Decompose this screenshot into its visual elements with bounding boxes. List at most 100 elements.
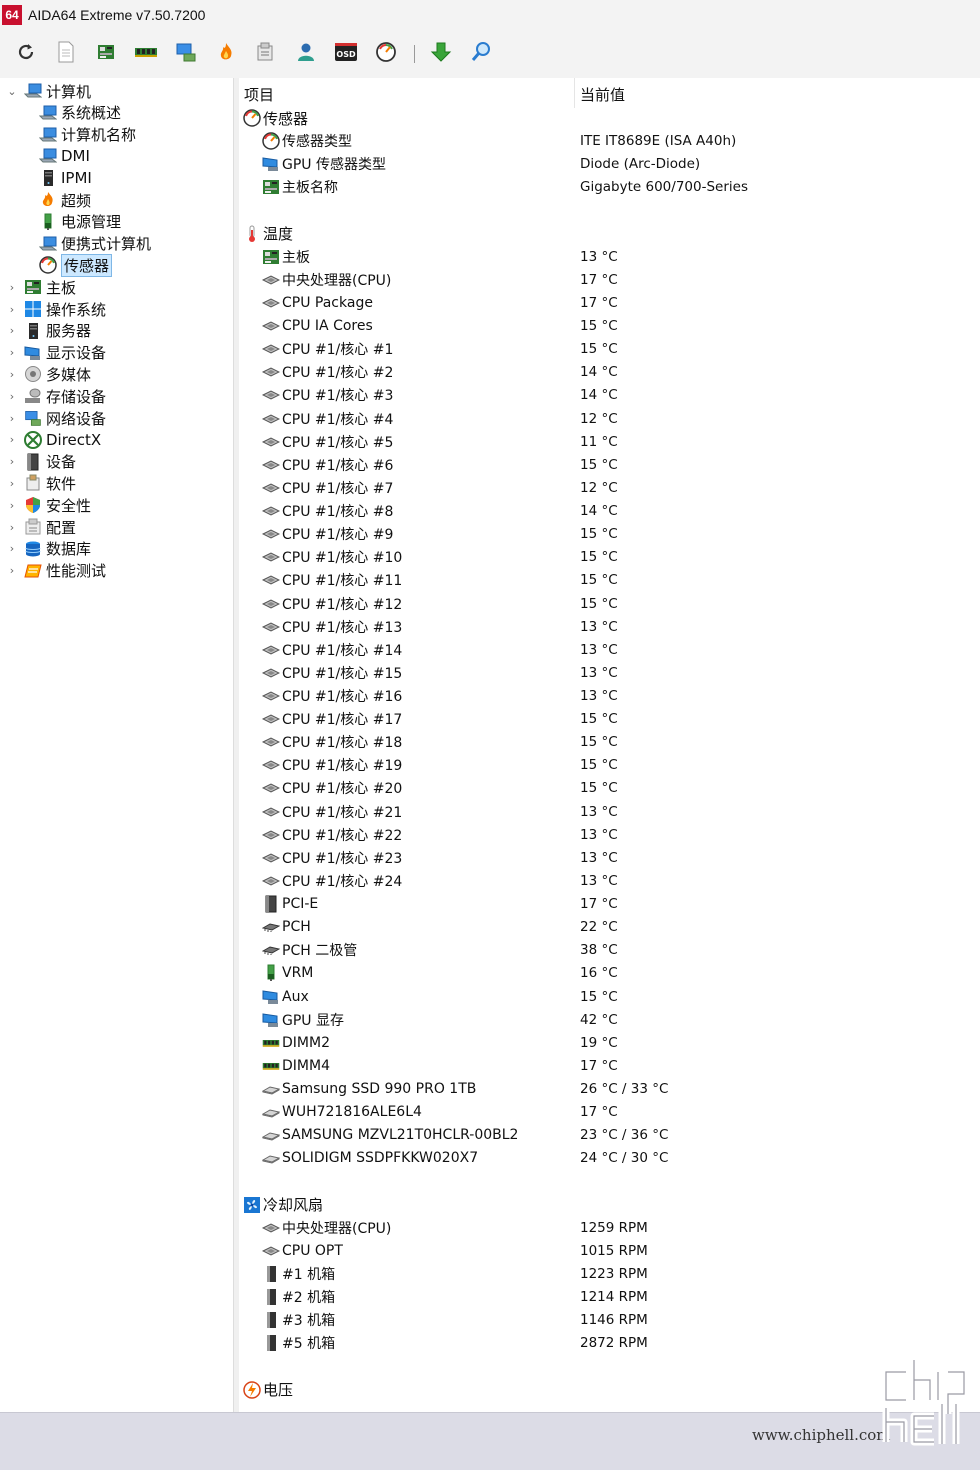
network-button[interactable] bbox=[172, 40, 200, 68]
table-row[interactable]: #3 机箱 1146 RPM bbox=[239, 1309, 980, 1331]
table-row[interactable]: VRM 16 °C bbox=[239, 962, 980, 984]
table-row[interactable]: Samsung SSD 990 PRO 1TB 26 °C / 33 °C bbox=[239, 1078, 980, 1100]
tree-item[interactable]: › 设备 bbox=[6, 451, 76, 473]
report-button[interactable] bbox=[52, 40, 80, 68]
table-row[interactable]: 中央处理器(CPU) 17 °C bbox=[239, 269, 980, 291]
table-row[interactable]: CPU #1/核心 #2 14 °C bbox=[239, 361, 980, 383]
chevron-right-icon[interactable]: › bbox=[6, 499, 18, 512]
table-row[interactable]: #1 机箱 1223 RPM bbox=[239, 1263, 980, 1285]
table-row[interactable]: CPU #1/核心 #3 14 °C bbox=[239, 384, 980, 406]
chevron-down-icon[interactable]: ⌄ bbox=[6, 85, 18, 98]
table-row[interactable]: DIMM4 17 °C bbox=[239, 1055, 980, 1077]
table-row[interactable]: GPU 传感器类型 Diode (Arc-Diode) bbox=[239, 153, 980, 175]
column-header-value[interactable]: 当前值 bbox=[580, 84, 625, 106]
table-row[interactable]: GPU 显存 42 °C bbox=[239, 1009, 980, 1031]
table-row[interactable]: Aux 15 °C bbox=[239, 986, 980, 1008]
table-row[interactable]: CPU #1/核心 #19 15 °C bbox=[239, 754, 980, 776]
tree-item[interactable]: › 性能测试 bbox=[6, 560, 106, 582]
table-row[interactable]: CPU #1/核心 #23 13 °C bbox=[239, 847, 980, 869]
table-row[interactable]: CPU #1/核心 #5 11 °C bbox=[239, 431, 980, 453]
table-row[interactable]: 主板名称 Gigabyte 600/700-Series bbox=[239, 176, 980, 198]
table-row[interactable]: SOLIDIGM SSDPFKKW020X7 24 °C / 30 °C bbox=[239, 1147, 980, 1169]
table-row[interactable]: PCH 二极管 38 °C bbox=[239, 939, 980, 961]
download-button[interactable] bbox=[427, 40, 455, 68]
table-row[interactable]: WUH721816ALE6L4 17 °C bbox=[239, 1101, 980, 1123]
table-row[interactable]: 主板 13 °C bbox=[239, 246, 980, 268]
chevron-right-icon[interactable]: › bbox=[6, 346, 18, 359]
table-row[interactable]: CPU #1/核心 #16 13 °C bbox=[239, 685, 980, 707]
chevron-right-icon[interactable]: › bbox=[6, 324, 18, 337]
tree-item[interactable]: IPMI bbox=[27, 167, 92, 189]
table-row[interactable]: CPU #1/核心 #13 13 °C bbox=[239, 616, 980, 638]
table-row[interactable]: PCI-E 17 °C bbox=[239, 893, 980, 915]
overclock-button[interactable] bbox=[212, 40, 240, 68]
tree-item[interactable]: › 数据库 bbox=[6, 538, 91, 560]
table-row[interactable]: CPU #1/核心 #24 13 °C bbox=[239, 870, 980, 892]
tree-item[interactable]: › 操作系统 bbox=[6, 298, 106, 320]
table-row[interactable]: CPU #1/核心 #17 15 °C bbox=[239, 708, 980, 730]
chevron-right-icon[interactable]: › bbox=[6, 542, 18, 555]
table-row[interactable]: CPU #1/核心 #15 13 °C bbox=[239, 662, 980, 684]
table-row[interactable]: CPU #1/核心 #10 15 °C bbox=[239, 546, 980, 568]
sensor-group-header[interactable]: 电压 bbox=[239, 1379, 980, 1401]
table-row[interactable]: 中央处理器(CPU) 1259 RPM bbox=[239, 1217, 980, 1239]
chevron-right-icon[interactable]: › bbox=[6, 303, 18, 316]
column-divider[interactable] bbox=[574, 78, 575, 108]
chevron-right-icon[interactable]: › bbox=[6, 564, 18, 577]
tree-item[interactable]: › 显示设备 bbox=[6, 342, 106, 364]
table-row[interactable]: CPU Package 17 °C bbox=[239, 292, 980, 314]
table-row[interactable]: CPU #1/核心 #4 12 °C bbox=[239, 408, 980, 430]
sensor-group-header[interactable]: 传感器 bbox=[239, 107, 980, 129]
tree-item[interactable]: › 主板 bbox=[6, 276, 76, 298]
tree-item[interactable]: › 配置 bbox=[6, 516, 76, 538]
table-row[interactable]: CPU IA Cores 15 °C bbox=[239, 315, 980, 337]
table-row[interactable]: CPU #1/核心 #20 15 °C bbox=[239, 777, 980, 799]
table-row[interactable]: CPU #1/核心 #22 13 °C bbox=[239, 824, 980, 846]
table-row[interactable]: #2 机箱 1214 RPM bbox=[239, 1286, 980, 1308]
table-row[interactable]: CPU OPT 1015 RPM bbox=[239, 1240, 980, 1262]
memory-button[interactable] bbox=[132, 40, 160, 68]
table-row[interactable]: CPU #1/核心 #18 15 °C bbox=[239, 731, 980, 753]
tree-item[interactable]: › 服务器 bbox=[6, 320, 91, 342]
table-row[interactable]: CPU #1/核心 #11 15 °C bbox=[239, 569, 980, 591]
table-row[interactable]: CPU #1/核心 #9 15 °C bbox=[239, 523, 980, 545]
chevron-right-icon[interactable]: › bbox=[6, 281, 18, 294]
tree-item[interactable]: › 存储设备 bbox=[6, 385, 106, 407]
table-row[interactable]: 传感器类型 ITE IT8689E (ISA A40h) bbox=[239, 130, 980, 152]
table-row[interactable]: CPU #1/核心 #1 15 °C bbox=[239, 338, 980, 360]
user-button[interactable] bbox=[292, 40, 320, 68]
tree-item[interactable]: 超频 bbox=[27, 189, 91, 211]
tree-item[interactable]: 计算机名称 bbox=[27, 124, 136, 146]
table-row[interactable]: CPU #1/核心 #8 14 °C bbox=[239, 500, 980, 522]
chevron-right-icon[interactable]: › bbox=[6, 412, 18, 425]
tree-item[interactable]: 便携式计算机 bbox=[27, 233, 151, 255]
table-row[interactable]: DIMM2 19 °C bbox=[239, 1032, 980, 1054]
tree-item[interactable]: › 多媒体 bbox=[6, 363, 91, 385]
chevron-right-icon[interactable]: › bbox=[6, 390, 18, 403]
table-row[interactable]: CPU #1/核心 #21 13 °C bbox=[239, 801, 980, 823]
column-header-item[interactable]: 项目 bbox=[244, 84, 274, 106]
table-row[interactable]: CPU #1/核心 #7 12 °C bbox=[239, 477, 980, 499]
sensor-group-header[interactable]: 冷却风扇 bbox=[239, 1194, 980, 1216]
chevron-right-icon[interactable]: › bbox=[6, 521, 18, 534]
chevron-right-icon[interactable]: › bbox=[6, 368, 18, 381]
gauge-button[interactable] bbox=[372, 40, 400, 68]
tree-item[interactable]: 电源管理 bbox=[27, 211, 121, 233]
tree-item[interactable]: › 软件 bbox=[6, 472, 76, 494]
table-row[interactable]: CPU #1/核心 #12 15 °C bbox=[239, 593, 980, 615]
refresh-button[interactable] bbox=[12, 40, 40, 68]
tree-item[interactable]: DMI bbox=[27, 145, 90, 167]
navigation-tree[interactable]: ⌄ 计算机 系统概述 计算机名称 DMI IPMI 超频 电源管理 便携式计算机 传感器 › 主板 › 操… bbox=[0, 78, 234, 1412]
table-row[interactable]: CPU #1/核心 #6 15 °C bbox=[239, 454, 980, 476]
tree-item[interactable]: › DirectX bbox=[6, 429, 101, 451]
osd-button[interactable]: OSD bbox=[332, 40, 360, 68]
sensor-group-header[interactable]: 温度 bbox=[239, 223, 980, 245]
table-row[interactable]: SAMSUNG MZVL21T0HCLR-00BL2 23 °C / 36 °C bbox=[239, 1124, 980, 1146]
tree-item[interactable]: 传感器 bbox=[27, 253, 113, 277]
chevron-right-icon[interactable]: › bbox=[6, 477, 18, 490]
tree-item[interactable]: › 网络设备 bbox=[6, 407, 106, 429]
motherboard-button[interactable] bbox=[92, 40, 120, 68]
table-row[interactable]: PCH 22 °C bbox=[239, 916, 980, 938]
chevron-right-icon[interactable]: › bbox=[6, 455, 18, 468]
chevron-right-icon[interactable]: › bbox=[6, 433, 18, 446]
